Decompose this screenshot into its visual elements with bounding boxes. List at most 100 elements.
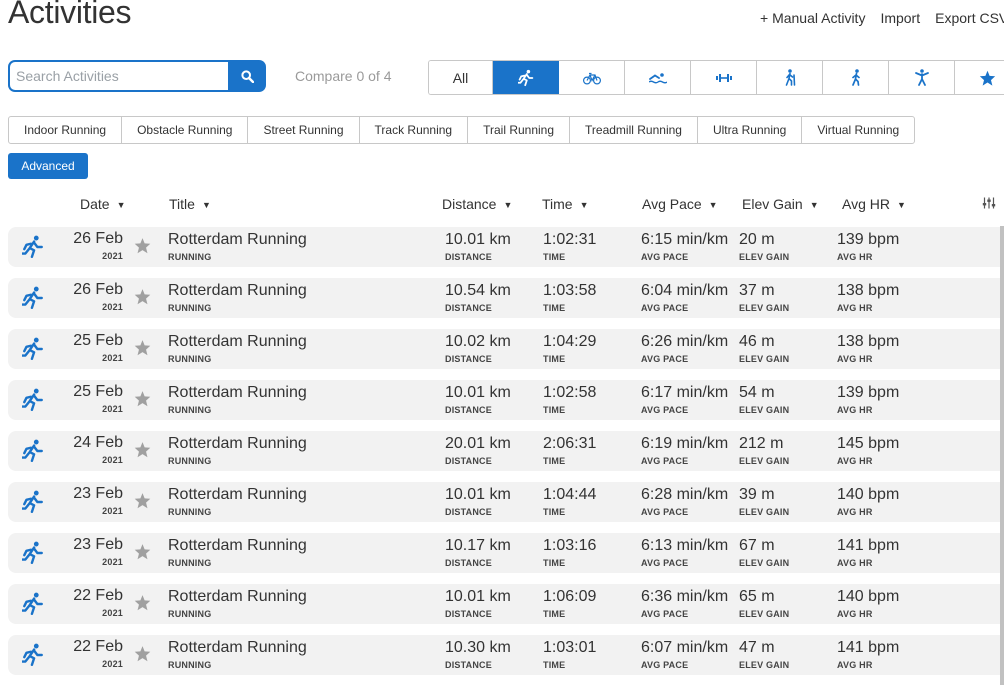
avg-hr-label: AVG HR — [837, 609, 873, 619]
activity-row[interactable]: 22 Feb 2021 Rotterdam Running RUNNING 10… — [8, 584, 1000, 624]
elev-gain-label: ELEV GAIN — [739, 558, 790, 568]
subtype-track-running[interactable]: Track Running — [360, 117, 469, 143]
favorite-star-icon[interactable] — [134, 441, 151, 458]
manual-activity-link[interactable]: + Manual Activity — [760, 10, 865, 28]
activity-avg-hr: 139 bpm — [837, 231, 900, 248]
activity-avg-pace: 6:07 min/km — [641, 639, 729, 656]
activity-elev-gain: 20 m — [739, 231, 775, 248]
filter-hiking-button[interactable] — [757, 61, 823, 94]
subtype-indoor-running[interactable]: Indoor Running — [9, 117, 123, 143]
filter-swimming-button[interactable] — [625, 61, 691, 94]
time-label: TIME — [543, 252, 566, 262]
search-box — [8, 60, 266, 92]
subtype-obstacle-running[interactable]: Obstacle Running — [122, 117, 249, 143]
column-date[interactable]: Date ▼ — [80, 196, 126, 212]
sort-caret-icon: ▼ — [896, 200, 906, 210]
search-button[interactable] — [228, 60, 266, 92]
activity-time: 1:03:58 — [543, 282, 597, 299]
import-link[interactable]: Import — [880, 10, 920, 28]
search-input[interactable] — [8, 60, 228, 92]
activity-elev-gain: 37 m — [739, 282, 775, 299]
favorite-star-icon[interactable] — [134, 645, 151, 662]
page-title: Activities — [8, 0, 132, 30]
activity-title-link[interactable]: Rotterdam Running — [168, 588, 307, 606]
cycling-icon — [582, 72, 601, 84]
export-csv-link[interactable]: Export CSV — [935, 10, 1004, 28]
activity-title-link[interactable]: Rotterdam Running — [168, 333, 307, 351]
favorite-star-icon[interactable] — [134, 543, 151, 560]
filter-walking-button[interactable] — [823, 61, 889, 94]
activity-row[interactable]: 25 Feb 2021 Rotterdam Running RUNNING 10… — [8, 329, 1000, 369]
activity-row[interactable]: 24 Feb 2021 Rotterdam Running RUNNING 20… — [8, 431, 1000, 471]
activity-distance: 10.30 km — [445, 639, 511, 656]
column-avg-pace[interactable]: Avg Pace ▼ — [642, 196, 718, 212]
activity-type-label: RUNNING — [168, 405, 212, 415]
activity-row[interactable]: 26 Feb 2021 Rotterdam Running RUNNING 10… — [8, 278, 1000, 318]
favorite-star-icon[interactable] — [134, 492, 151, 509]
elev-gain-label: ELEV GAIN — [739, 405, 790, 415]
activity-title-link[interactable]: Rotterdam Running — [168, 231, 307, 249]
column-distance[interactable]: Distance ▼ — [442, 196, 512, 212]
avg-pace-label: AVG PACE — [641, 252, 689, 262]
running-icon — [22, 388, 43, 412]
activity-title-link[interactable]: Rotterdam Running — [168, 384, 307, 402]
running-icon — [517, 69, 533, 86]
filter-running-button[interactable] — [493, 61, 559, 94]
subtype-treadmill-running[interactable]: Treadmill Running — [570, 117, 698, 143]
column-avg-hr[interactable]: Avg HR ▼ — [842, 196, 906, 212]
filter-all-button[interactable]: All — [429, 61, 493, 94]
favorite-star-icon[interactable] — [134, 594, 151, 611]
activity-time: 1:02:31 — [543, 231, 597, 248]
subtype-virtual-running[interactable]: Virtual Running — [802, 117, 914, 143]
time-label: TIME — [543, 660, 566, 670]
scrollbar[interactable] — [1000, 226, 1004, 685]
activity-title-link[interactable]: Rotterdam Running — [168, 435, 307, 453]
activity-row[interactable]: 25 Feb 2021 Rotterdam Running RUNNING 10… — [8, 380, 1000, 420]
activity-title-link[interactable]: Rotterdam Running — [168, 639, 307, 657]
activity-row[interactable]: 23 Feb 2021 Rotterdam Running RUNNING 10… — [8, 533, 1000, 573]
activity-avg-pace: 6:28 min/km — [641, 486, 729, 503]
activity-elev-gain: 67 m — [739, 537, 775, 554]
activity-row[interactable]: 26 Feb 2021 Rotterdam Running RUNNING 10… — [8, 227, 1000, 267]
activity-type-label: RUNNING — [168, 558, 212, 568]
search-icon — [240, 69, 254, 83]
avg-pace-label: AVG PACE — [641, 660, 689, 670]
subtype-ultra-running[interactable]: Ultra Running — [698, 117, 803, 143]
column-title[interactable]: Title ▼ — [169, 196, 211, 212]
activity-time: 1:03:01 — [543, 639, 597, 656]
column-settings-icon[interactable] — [982, 197, 996, 209]
subtype-trail-running[interactable]: Trail Running — [468, 117, 571, 143]
column-time[interactable]: Time ▼ — [542, 196, 589, 212]
sort-caret-icon: ▼ — [503, 200, 513, 210]
favorite-star-icon[interactable] — [134, 339, 151, 356]
filter-favorites-button[interactable] — [955, 61, 1004, 94]
activity-year: 2021 — [102, 404, 123, 414]
favorite-star-icon[interactable] — [134, 237, 151, 254]
filter-strength-button[interactable] — [691, 61, 757, 94]
activity-type-label: RUNNING — [168, 303, 212, 313]
avg-hr-label: AVG HR — [837, 405, 873, 415]
advanced-button[interactable]: Advanced — [8, 153, 88, 179]
subtype-street-running[interactable]: Street Running — [248, 117, 360, 143]
avg-pace-label: AVG PACE — [641, 354, 689, 364]
sort-caret-icon: ▼ — [708, 200, 718, 210]
running-icon — [22, 490, 43, 514]
activity-title-link[interactable]: Rotterdam Running — [168, 537, 307, 555]
activity-date: 23 Feb — [73, 536, 123, 553]
activity-year: 2021 — [102, 557, 123, 567]
activity-distance: 10.01 km — [445, 231, 511, 248]
activity-date: 26 Feb — [73, 230, 123, 247]
activity-date: 26 Feb — [73, 281, 123, 298]
filter-cycling-button[interactable] — [559, 61, 625, 94]
favorites-star-icon — [979, 70, 996, 86]
favorite-star-icon[interactable] — [134, 288, 151, 305]
activity-title-link[interactable]: Rotterdam Running — [168, 282, 307, 300]
column-elev-gain[interactable]: Elev Gain ▼ — [742, 196, 819, 212]
activity-title-link[interactable]: Rotterdam Running — [168, 486, 307, 504]
activity-row[interactable]: 22 Feb 2021 Rotterdam Running RUNNING 10… — [8, 635, 1000, 675]
avg-hr-label: AVG HR — [837, 456, 873, 466]
activity-row[interactable]: 23 Feb 2021 Rotterdam Running RUNNING 10… — [8, 482, 1000, 522]
filter-fitness-button[interactable] — [889, 61, 955, 94]
favorite-star-icon[interactable] — [134, 390, 151, 407]
avg-hr-label: AVG HR — [837, 252, 873, 262]
